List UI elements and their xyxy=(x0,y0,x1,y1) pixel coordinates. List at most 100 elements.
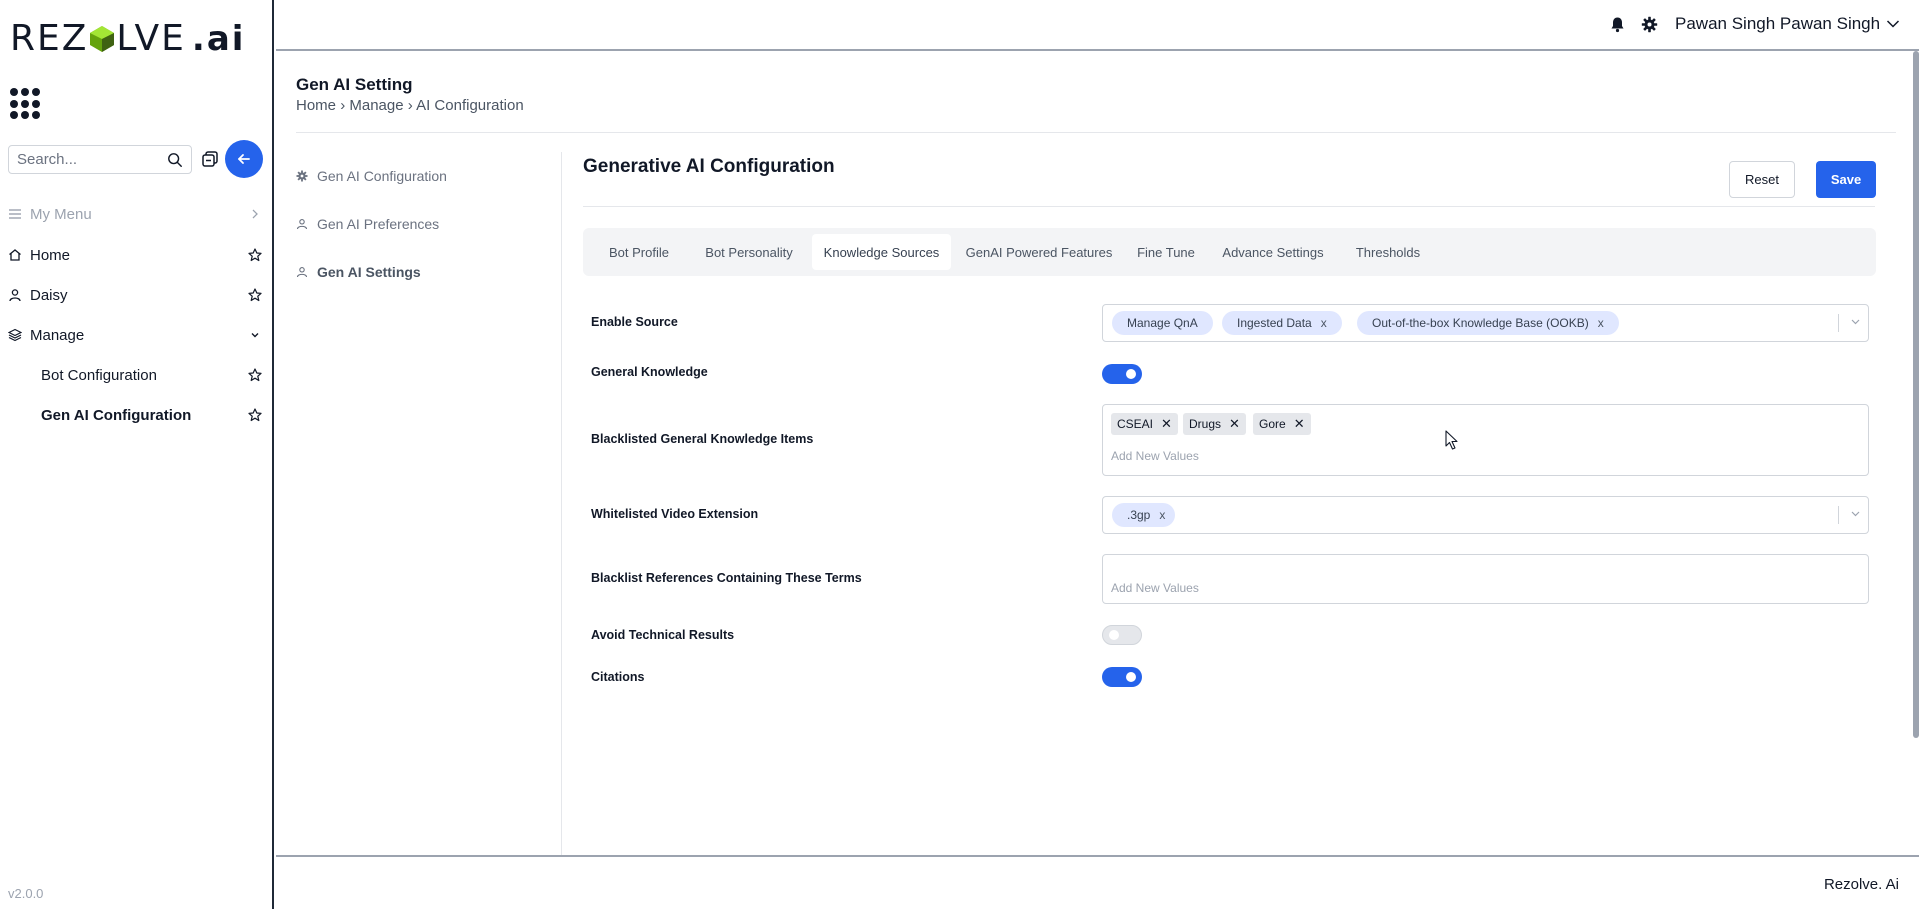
tab-bot-profile[interactable]: Bot Profile xyxy=(591,234,687,270)
sidebar-item-daisy[interactable]: Daisy xyxy=(0,277,272,313)
tag-gore: Gore ✕ xyxy=(1253,413,1311,435)
blacklisted-items-label: Blacklisted General Knowledge Items xyxy=(591,432,814,446)
gear-icon xyxy=(296,170,308,182)
select-separator xyxy=(1838,314,1839,332)
logo: REZ LVE .ai xyxy=(10,18,245,59)
citations-toggle[interactable] xyxy=(1102,667,1142,687)
search-icon[interactable] xyxy=(167,151,183,169)
star-icon[interactable] xyxy=(248,408,262,422)
toggle-knob xyxy=(1109,630,1119,640)
reset-button[interactable]: Reset xyxy=(1729,161,1795,198)
breadcrumb-manage[interactable]: Manage xyxy=(349,97,403,114)
sidebar-item-label: Daisy xyxy=(30,286,68,304)
tab-advance-settings[interactable]: Advance Settings xyxy=(1208,234,1338,270)
sidebar-item-label: Bot Configuration xyxy=(41,366,157,384)
chip-3gp: .3gp x xyxy=(1112,503,1176,527)
general-knowledge-toggle[interactable] xyxy=(1102,364,1142,384)
collapse-sidebar-button[interactable] xyxy=(225,140,263,178)
secnav-label: Gen AI Preferences xyxy=(317,216,440,232)
dropdown-chevron-icon[interactable] xyxy=(1851,511,1860,517)
sidebar-item-gen-ai-configuration[interactable]: Gen AI Configuration xyxy=(0,397,272,433)
user-icon xyxy=(296,267,308,278)
tag-remove-icon[interactable]: ✕ xyxy=(1294,416,1305,432)
sidebar-item-home[interactable]: Home xyxy=(0,237,272,273)
mouse-cursor-icon xyxy=(1445,430,1458,450)
main-title: Generative AI Configuration xyxy=(583,156,835,177)
save-button[interactable]: Save xyxy=(1816,161,1876,198)
chip-remove-icon[interactable]: x xyxy=(1159,508,1165,522)
logo-gem-icon xyxy=(90,25,115,52)
tag-remove-icon[interactable]: ✕ xyxy=(1229,416,1240,432)
sidebar-item-my-menu[interactable]: My Menu xyxy=(0,196,272,232)
citations-label: Citations xyxy=(591,670,645,684)
whitelisted-video-select[interactable]: .3gp x xyxy=(1102,496,1869,534)
tag-label: CSEAI xyxy=(1117,417,1154,431)
chip-ookb: Out-of-the-box Knowledge Base (OOKB) x xyxy=(1357,311,1619,335)
avoid-technical-toggle[interactable] xyxy=(1102,625,1142,645)
tab-thresholds[interactable]: Thresholds xyxy=(1340,234,1436,270)
enable-source-select[interactable]: Manage QnA Ingested Data x Out-of-the-bo… xyxy=(1102,304,1869,342)
tag-cseai: CSEAI ✕ xyxy=(1111,413,1178,435)
sidebar-item-label: Gen AI Configuration xyxy=(41,406,192,424)
arrow-left-icon xyxy=(238,154,250,164)
settings-gear-icon[interactable] xyxy=(1641,16,1658,33)
top-bar: Pawan Singh Pawan Singh xyxy=(276,0,1919,51)
breadcrumb-ai-configuration: AI Configuration xyxy=(416,97,524,114)
collapse-all-icon[interactable] xyxy=(201,150,219,168)
breadcrumb-home[interactable]: Home xyxy=(296,97,336,114)
footer-brand: Rezolve. Ai xyxy=(1823,876,1899,893)
logo-text-left: REZ xyxy=(10,18,89,59)
secnav-gen-ai-preferences[interactable]: Gen AI Preferences xyxy=(296,216,546,232)
sidebar-item-bot-configuration[interactable]: Bot Configuration xyxy=(0,357,272,393)
sidebar-item-label: Manage xyxy=(30,326,85,344)
chip-remove-icon[interactable]: x xyxy=(1598,316,1604,330)
search-input[interactable] xyxy=(17,151,167,168)
star-icon[interactable] xyxy=(248,368,262,382)
sidebar-item-label: Home xyxy=(30,246,71,264)
select-separator xyxy=(1838,506,1839,524)
tab-genai-powered-features[interactable]: GenAI Powered Features xyxy=(954,234,1124,270)
chip-label: Manage QnA xyxy=(1127,316,1198,330)
tab-fine-tune[interactable]: Fine Tune xyxy=(1126,234,1206,270)
toggle-knob xyxy=(1126,672,1136,682)
sidebar-item-manage[interactable]: Manage xyxy=(0,317,272,353)
dropdown-chevron-icon[interactable] xyxy=(1851,319,1860,325)
blacklist-references-field[interactable] xyxy=(1102,554,1869,604)
enable-source-label: Enable Source xyxy=(591,315,678,329)
tag-remove-icon[interactable]: ✕ xyxy=(1161,416,1172,432)
app-version: v2.0.0 xyxy=(8,886,44,901)
main-divider xyxy=(583,206,1875,207)
blacklisted-items-field[interactable]: CSEAI ✕ Drugs ✕ Gore ✕ xyxy=(1102,404,1869,476)
content-divider xyxy=(561,152,562,855)
user-menu-name[interactable]: Pawan Singh Pawan Singh xyxy=(1675,14,1880,34)
tag-drugs: Drugs ✕ xyxy=(1183,413,1246,435)
blacklisted-items-input[interactable] xyxy=(1111,449,1411,463)
tag-label: Drugs xyxy=(1189,417,1222,431)
chip-label: .3gp xyxy=(1127,508,1151,522)
page-scrollbar[interactable] xyxy=(1913,51,1919,738)
breadcrumb-separator: › xyxy=(340,97,346,114)
chip-label: Ingested Data xyxy=(1237,316,1312,330)
page-title: Gen AI Setting xyxy=(296,75,413,94)
tab-bot-personality[interactable]: Bot Personality xyxy=(689,234,809,270)
chip-label: Out-of-the-box Knowledge Base (OOKB) xyxy=(1372,316,1589,330)
tab-knowledge-sources[interactable]: Knowledge Sources xyxy=(812,234,951,270)
sidebar: REZ LVE .ai Search... My Menu Home Daisy… xyxy=(0,0,274,909)
chip-manage-qna: Manage QnA xyxy=(1112,311,1213,335)
tag-label: Gore xyxy=(1259,417,1286,431)
home-icon xyxy=(9,249,21,261)
logo-text-right: LVE xyxy=(116,18,186,59)
avoid-technical-label: Avoid Technical Results xyxy=(591,628,735,642)
blacklist-references-input[interactable] xyxy=(1111,581,1411,595)
breadcrumb-separator: › xyxy=(407,97,413,114)
chip-remove-icon[interactable]: x xyxy=(1321,316,1327,330)
star-icon[interactable] xyxy=(248,248,262,262)
star-icon[interactable] xyxy=(248,288,262,302)
chip-ingested-data: Ingested Data x xyxy=(1222,311,1342,335)
toggle-knob xyxy=(1126,369,1136,379)
apps-grid-icon[interactable] xyxy=(10,88,42,120)
chevron-down-icon[interactable] xyxy=(1886,19,1900,29)
secnav-gen-ai-configuration[interactable]: Gen AI Configuration xyxy=(296,168,546,184)
notifications-bell-icon[interactable] xyxy=(1609,16,1626,33)
secnav-gen-ai-settings[interactable]: Gen AI Settings xyxy=(296,264,546,280)
